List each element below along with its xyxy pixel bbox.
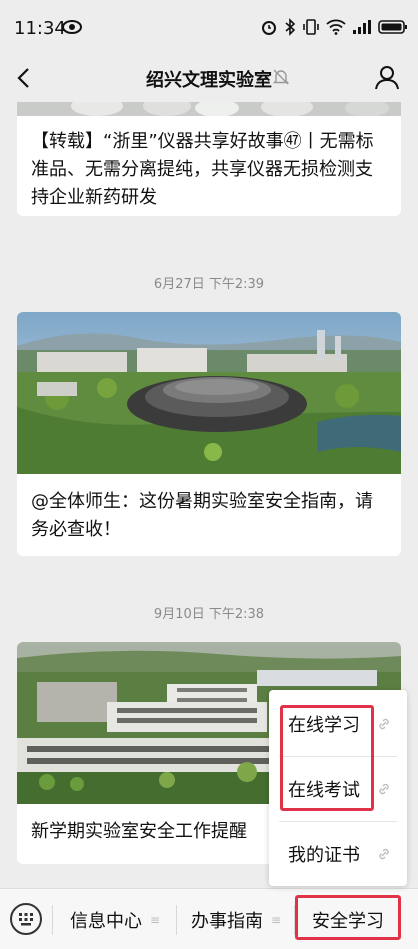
vibrate-icon — [303, 19, 319, 35]
nav-bar: 绍兴文理实验室 — [0, 58, 418, 102]
keyboard-toggle-button[interactable] — [10, 903, 42, 935]
link-icon — [379, 783, 389, 795]
bluetooth-icon — [285, 18, 296, 36]
highlight-box — [280, 705, 374, 811]
article-image — [17, 312, 401, 474]
article-card[interactable]: 【转载】“浙里”仪器共享好故事㊼丨无需标准品、无需分离提纯，共享仪器无损检测支持… — [17, 102, 401, 216]
eye-icon — [62, 20, 82, 34]
menu-lines-icon: ≡ — [149, 912, 161, 927]
article-image — [17, 102, 401, 116]
menu-divider — [52, 905, 53, 935]
link-icon — [379, 718, 389, 730]
menu-item-label: 办事指南 — [190, 910, 263, 932]
profile-icon[interactable] — [374, 64, 400, 90]
wifi-icon — [326, 19, 346, 35]
status-time: 11:34 — [14, 18, 66, 39]
battery-icon — [378, 20, 407, 34]
signal-icon — [353, 20, 371, 34]
menu-lines-icon: ≡ — [270, 912, 282, 927]
menu-divider — [176, 905, 177, 935]
highlight-box — [295, 895, 401, 940]
page-title: 绍兴文理实验室 — [146, 70, 272, 91]
timestamp: 9月10日 下午2:38 — [153, 607, 265, 622]
link-icon — [379, 848, 389, 860]
alarm-icon — [262, 21, 276, 35]
menu-item-service-guide[interactable]: 办事指南 ≡ — [178, 889, 294, 949]
keyboard-icon — [19, 913, 33, 926]
menu-item-label: 信息中心 — [69, 910, 142, 932]
submenu-item-label: 我的证书 — [288, 845, 360, 866]
article-title: @全体师生：这份暑期实验室安全指南，请务必查收！ — [31, 491, 373, 540]
mute-bell-icon — [272, 69, 290, 85]
timestamp: 6月27日 下午2:39 — [153, 277, 265, 292]
article-title: 【转载】“浙里”仪器共享好故事㊼丨无需标准品、无需分离提纯，共享仪器无损检测支持… — [31, 131, 374, 208]
menu-item-info-center[interactable]: 信息中心 ≡ — [54, 889, 176, 949]
article-card[interactable]: @全体师生：这份暑期实验室安全指南，请务必查收！ — [17, 312, 401, 556]
status-icons — [260, 18, 408, 36]
status-bar: 11:34 — [0, 0, 418, 58]
